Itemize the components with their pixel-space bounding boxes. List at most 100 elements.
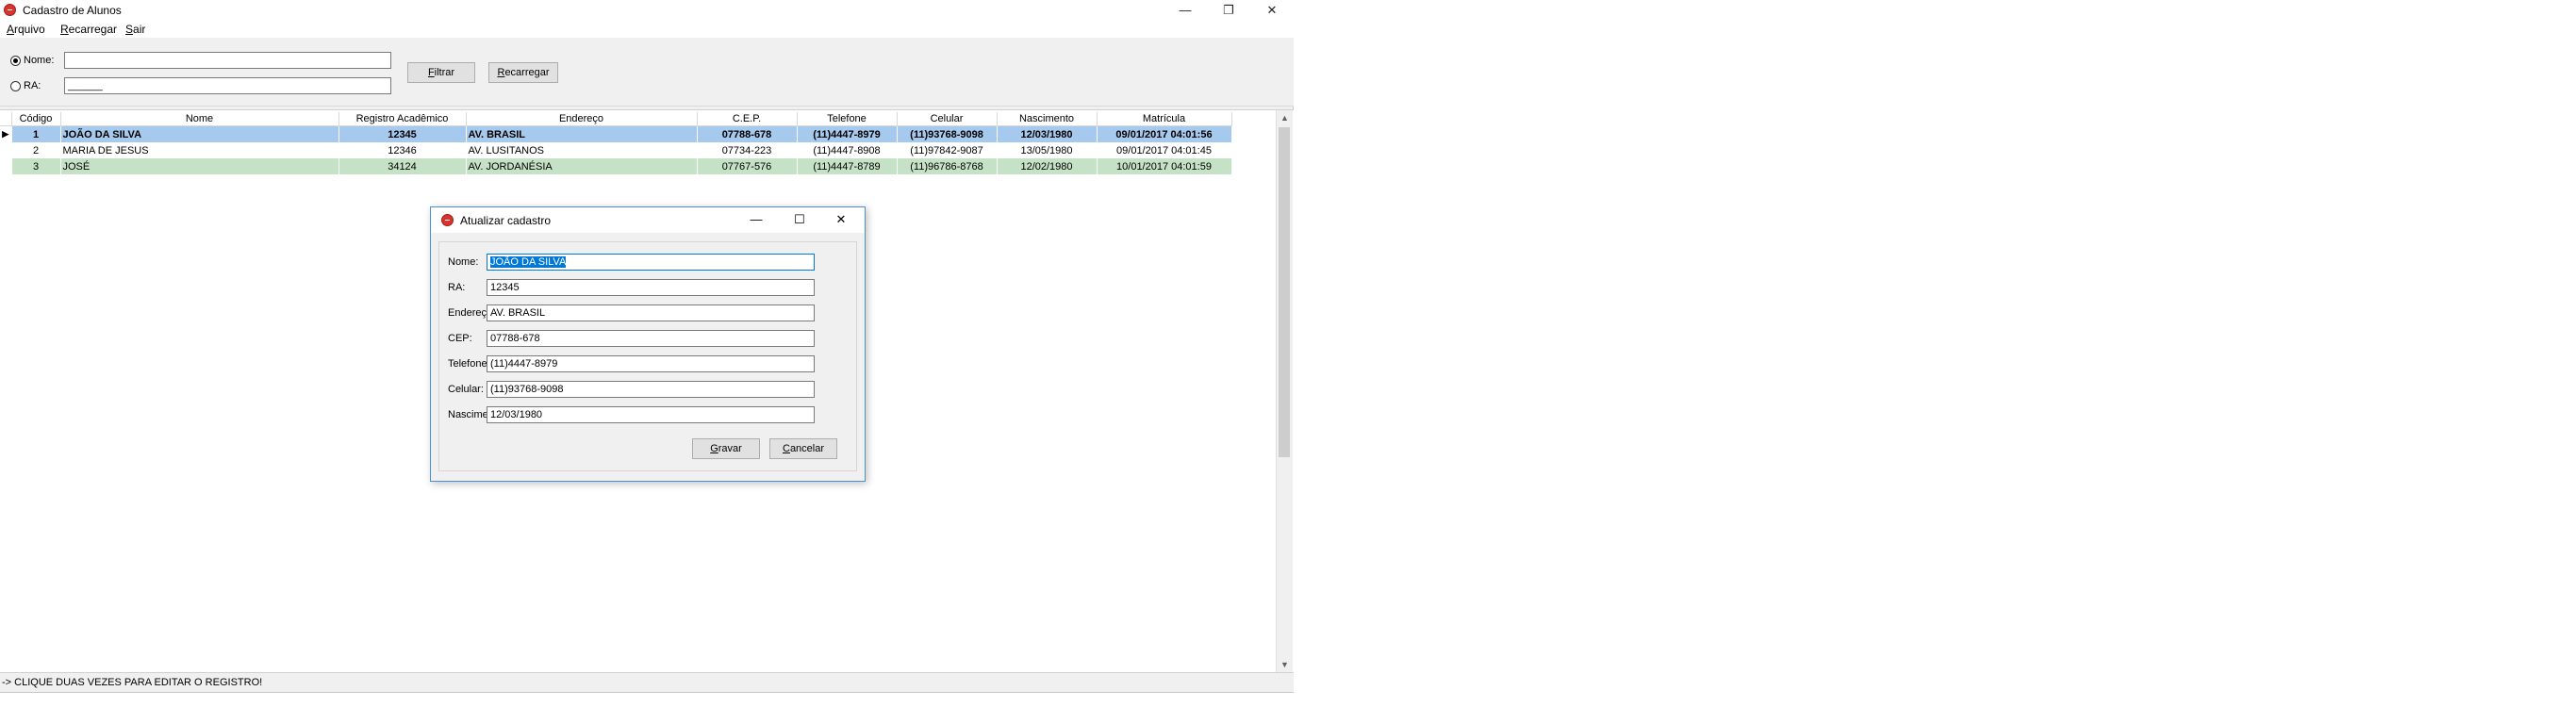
filtrar-accel: F	[427, 67, 435, 78]
menu-arquivo[interactable]: Arquivo	[7, 23, 45, 36]
table-row[interactable]: ▶ 1 JOÃO DA SILVA 12345 AV. BRASIL 07788…	[0, 125, 1232, 142]
grid-cell[interactable]: 12345	[339, 125, 467, 142]
column-header[interactable]: Nome	[60, 112, 339, 126]
ra-label: RA:	[24, 80, 41, 91]
vertical-scrollbar[interactable]: ▲ ▼	[1276, 110, 1293, 672]
nome-field-value: JOÃO DA SILVA	[490, 256, 567, 268]
cep-field[interactable]: 07788-678	[487, 330, 815, 347]
minimize-icon[interactable]: —	[1164, 0, 1207, 20]
grid-cell[interactable]: (11)4447-8979	[797, 125, 898, 142]
recarregar-button[interactable]: Recarregar	[488, 62, 558, 83]
grid-cell[interactable]: JOÃO DA SILVA	[60, 125, 339, 142]
filtrar-button[interactable]: Filtrar	[407, 62, 475, 83]
column-header[interactable]: Registro Acadêmico	[339, 112, 467, 126]
column-header[interactable]: Código	[11, 112, 61, 126]
restore-icon[interactable]: ❐	[1207, 0, 1250, 20]
cep-field-label: CEP:	[448, 333, 472, 344]
grid-cell[interactable]: (11)93768-9098	[897, 125, 998, 142]
grid-cell[interactable]: (11)97842-9087	[897, 142, 998, 158]
recarregar-label: ecarregar	[504, 67, 550, 78]
cancelar-label: ancelar	[789, 443, 825, 454]
endereco-field[interactable]: AV. BRASIL	[487, 304, 815, 321]
title-bar[interactable]: Cadastro de Alunos — ❐ ✕	[0, 0, 1294, 20]
table-row[interactable]: 3 JOSÉ 34124 AV. JORDANÉSIA 07767-576 (1…	[0, 158, 1232, 174]
scroll-down-icon[interactable]: ▼	[1277, 657, 1293, 672]
menu-arquivo-label: rquivo	[14, 23, 45, 36]
update-dialog: Atualizar cadastro — ☐ ✕ Nome: JOÃO DA S…	[430, 206, 866, 482]
grid-cell[interactable]: 12/03/1980	[997, 125, 1098, 142]
menu-recarregar-label: ecarregar	[68, 23, 118, 36]
grid-cell[interactable]: 07788-678	[697, 125, 798, 142]
students-table: Código Nome Registro Acadêmico Endereço …	[0, 112, 1232, 174]
grid-cell[interactable]: 12346	[339, 142, 467, 158]
grid-cell[interactable]: 13/05/1980	[997, 142, 1098, 158]
dialog-title-bar[interactable]: Atualizar cadastro — ☐ ✕	[431, 207, 865, 233]
grid-cell[interactable]: 07767-576	[697, 158, 798, 174]
column-header[interactable]: Telefone	[797, 112, 898, 126]
telefone-field[interactable]: (11)4447-8979	[487, 355, 815, 372]
celular-field-label: Celular:	[448, 384, 484, 395]
column-header[interactable]: C.E.P.	[697, 112, 798, 126]
ra-radio[interactable]	[10, 81, 21, 91]
grid-cell[interactable]: (11)4447-8789	[797, 158, 898, 174]
maximize-icon[interactable]: ☐	[780, 209, 819, 230]
grid-cell[interactable]: 12/02/1980	[997, 158, 1098, 174]
grid-cell[interactable]: 09/01/2017 04:01:56	[1097, 125, 1232, 142]
grid-indicator-header	[0, 112, 12, 126]
grid-cell[interactable]: (11)4447-8908	[797, 142, 898, 158]
cancelar-accel: C	[782, 443, 790, 454]
menu-recarregar-accel: R	[60, 23, 69, 36]
status-text: -> CLIQUE DUAS VEZES PARA EDITAR O REGIS…	[2, 677, 263, 688]
cancelar-button[interactable]: Cancelar	[769, 438, 837, 459]
grid-cell[interactable]: 2	[11, 142, 61, 158]
nascimento-field[interactable]: 12/03/1980	[487, 406, 815, 423]
column-header[interactable]: Matrícula	[1097, 112, 1232, 126]
scroll-up-icon[interactable]: ▲	[1277, 110, 1293, 125]
current-row-arrow-icon: ▶	[0, 125, 12, 142]
menu-arquivo-accel: A	[7, 23, 15, 36]
grid-cell[interactable]: AV. JORDANÉSIA	[466, 158, 698, 174]
nome-field-label: Nome:	[448, 256, 479, 268]
status-bar: -> CLIQUE DUAS VEZES PARA EDITAR O REGIS…	[0, 673, 1294, 692]
celular-field[interactable]: (11)93768-9098	[487, 381, 815, 398]
grid-cell[interactable]: 07734-223	[697, 142, 798, 158]
gravar-accel: G	[710, 443, 718, 454]
app-icon	[4, 4, 16, 16]
row-indicator	[0, 142, 12, 158]
scroll-thumb[interactable]	[1279, 127, 1290, 457]
column-header[interactable]: Endereço	[466, 112, 698, 126]
grid-cell[interactable]: 1	[11, 125, 61, 142]
menu-bar: Arquivo Recarregar Sair	[0, 20, 1294, 38]
gravar-label: ravar	[718, 443, 742, 454]
grid-cell[interactable]: 10/01/2017 04:01:59	[1097, 158, 1232, 174]
nome-field[interactable]: JOÃO DA SILVA	[487, 254, 815, 271]
menu-sair[interactable]: Sair	[125, 23, 145, 36]
telefone-field-label: Telefone:	[448, 358, 490, 370]
menu-sair-label: air	[133, 23, 146, 36]
grid-cell[interactable]: (11)96786-8768	[897, 158, 998, 174]
close-icon[interactable]: ✕	[1250, 0, 1294, 20]
nome-radio[interactable]	[10, 56, 21, 66]
close-icon[interactable]: ✕	[821, 209, 861, 230]
nome-filter-input[interactable]	[64, 52, 391, 69]
table-row[interactable]: 2 MARIA DE JESUS 12346 AV. LUSITANOS 077…	[0, 142, 1232, 158]
gravar-button[interactable]: Gravar	[692, 438, 760, 459]
grid-header-row: Código Nome Registro Acadêmico Endereço …	[0, 112, 1232, 126]
grid-cell[interactable]: AV. LUSITANOS	[466, 142, 698, 158]
grid-cell[interactable]: MARIA DE JESUS	[60, 142, 339, 158]
filter-panel: Nome: RA: ______ Filtrar Recarregar	[0, 38, 1294, 107]
column-header[interactable]: Nascimento	[997, 112, 1098, 126]
column-header[interactable]: Celular	[897, 112, 998, 126]
menu-recarregar[interactable]: Recarregar	[60, 23, 117, 36]
grid-cell[interactable]: 3	[11, 158, 61, 174]
grid-cell[interactable]: 34124	[339, 158, 467, 174]
ra-field[interactable]: 12345	[487, 279, 815, 296]
grid-cell[interactable]: AV. BRASIL	[466, 125, 698, 142]
ra-filter-input[interactable]: ______	[64, 77, 391, 94]
grid-cell[interactable]: JOSÉ	[60, 158, 339, 174]
minimize-icon[interactable]: —	[736, 209, 776, 230]
app-icon	[441, 214, 454, 226]
grid-cell[interactable]: 09/01/2017 04:01:45	[1097, 142, 1232, 158]
menu-sair-accel: S	[125, 23, 134, 36]
filtrar-label: iltrar	[434, 67, 455, 78]
